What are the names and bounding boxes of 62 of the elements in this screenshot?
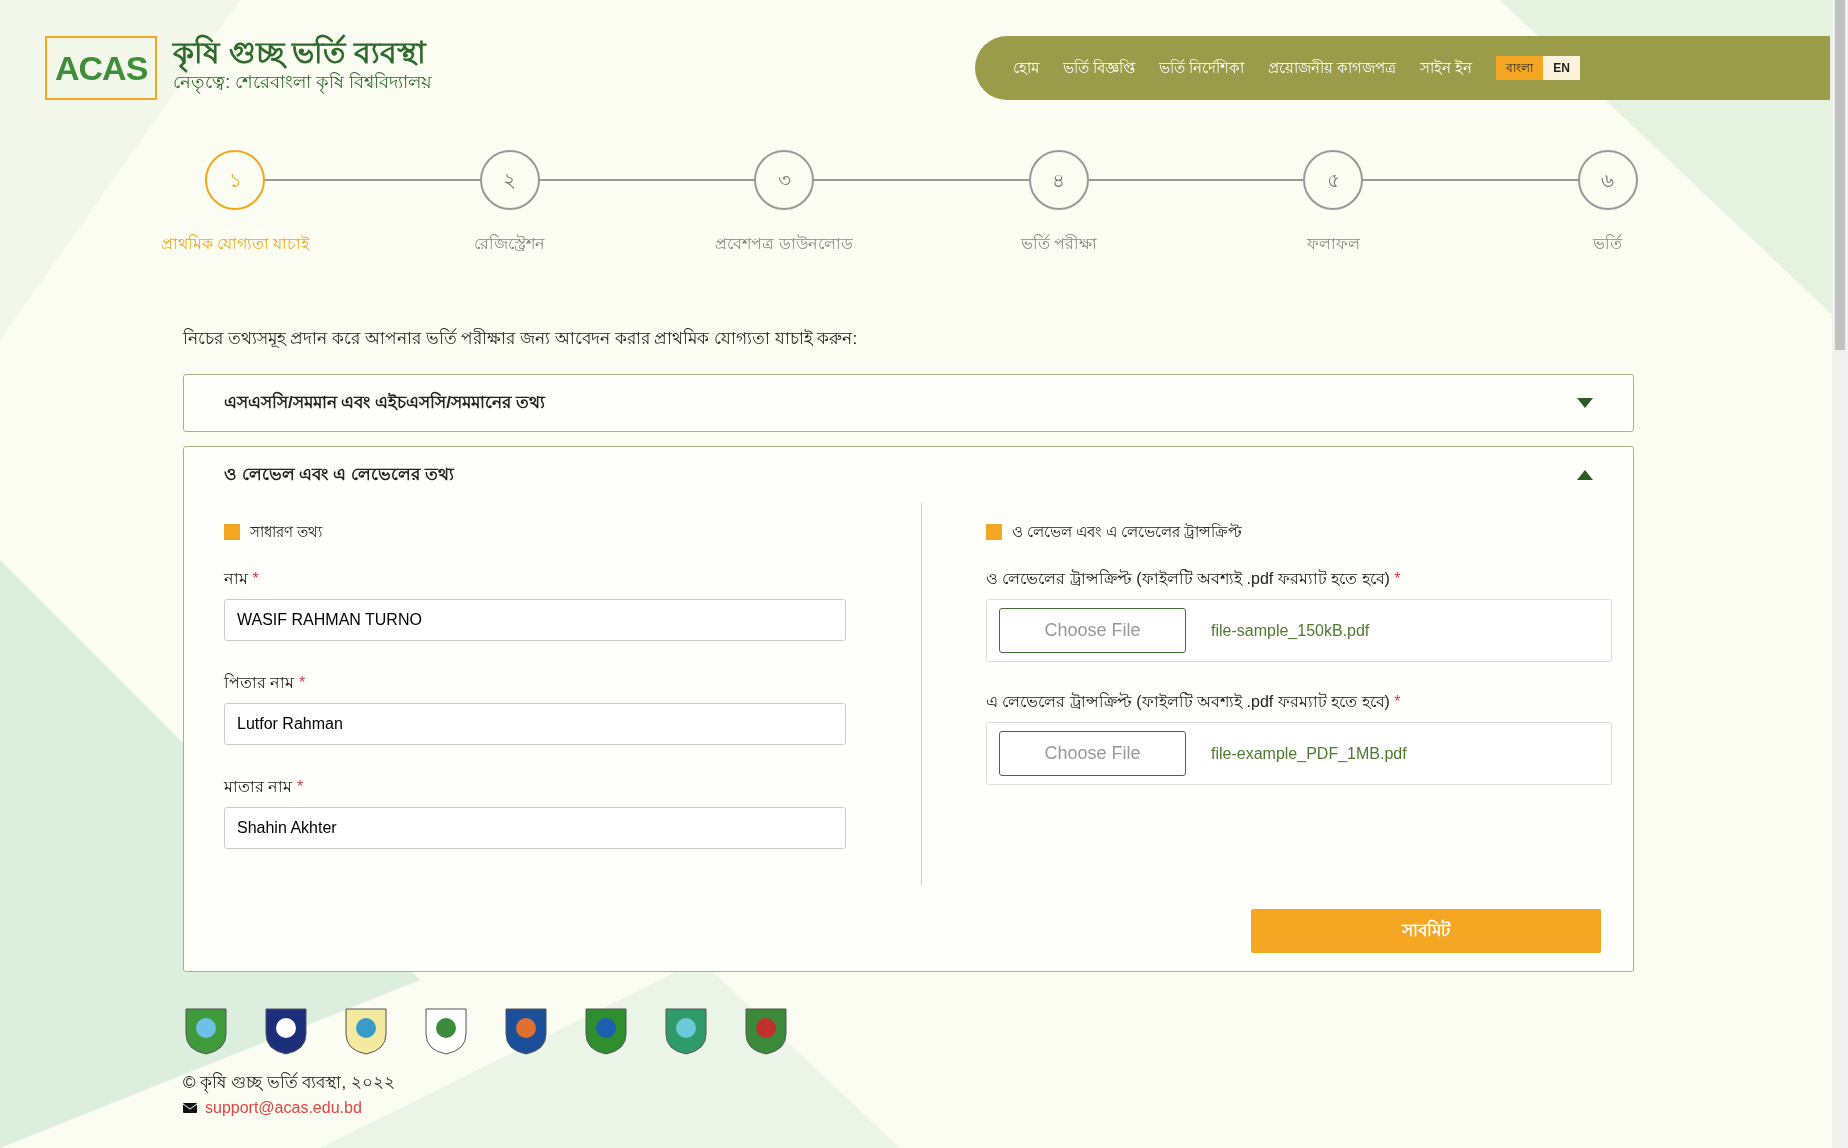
required-mark: * [1394,570,1401,587]
required-mark: * [1394,693,1401,710]
emblem-icon [183,1006,229,1056]
step-circle: ৫ [1303,150,1364,210]
accordion-title[interactable]: এসএসসি/সমমান এবং এইচএসসি/সমমানের তথ্য [224,389,545,416]
field-label: নাম [224,570,249,587]
collapse-icon[interactable] [1577,469,1593,480]
email-link[interactable]: support@acas.edu.bd [205,1095,362,1120]
emblem-icon [343,1006,389,1056]
step-circle: ৪ [1028,150,1089,210]
file-name: file-sample_150kB.pdf [1211,620,1370,641]
file-input[interactable]: Choose File file-sample_150kB.pdf [986,599,1612,662]
logo[interactable]: ACAS [45,36,158,100]
required-mark: * [252,570,259,587]
field-label: মাতার নাম [224,778,294,795]
emblem-icon [263,1006,309,1056]
required-mark: * [298,674,306,691]
emblem-icon [423,1006,469,1056]
step-circle: ৬ [1577,150,1638,210]
emblem-icon [743,1006,789,1056]
input-field[interactable]: Shahin Akhter [224,807,846,849]
nav-link[interactable]: ভর্তি বিজ্ঞপ্তি [1062,56,1135,80]
step-label: ফলাফল [1306,234,1360,254]
language-toggle[interactable]: বাংলা [1496,56,1544,80]
field-label: এ লেভেলের ট্রান্সক্রিপ্ট (ফাইলটি অবশ্যই .pdf ফরম্যাট হতে হবে) [986,693,1391,710]
step-label: রেজিস্ট্রেশন [474,233,546,254]
step-label: প্রাথমিক যোগ্যতা যাচাই [160,233,310,254]
nav-link[interactable]: সাইন ইন [1420,56,1473,80]
instruction-text: নিচের তথ্যসমূহ প্রদান করে আপনার ভর্তি পরীক্ষার জন্য আবেদন করার প্রাথমিক যোগ্যতা যাচাই করুন: [183,327,859,350]
field-label: পিতার নাম [224,674,296,691]
emblem-icon [663,1006,709,1056]
scrollbar-thumb[interactable] [1835,0,1845,350]
emblem-icon [583,1006,629,1056]
file-input[interactable]: Choose File file-example_PDF_1MB.pdf [986,722,1612,785]
accordion-title[interactable]: ও লেভেল এবং এ লেভেলের তথ্য [224,461,454,488]
file-name: file-example_PDF_1MB.pdf [1211,743,1407,764]
step-circle: ৩ [754,150,815,210]
nav-link[interactable]: প্রয়োজনীয় কাগজপত্র [1268,56,1397,80]
step-circle: ২ [479,150,540,210]
emblem-icon [503,1006,549,1056]
choose-file-button[interactable]: Choose File [999,608,1186,653]
required-mark: * [296,778,304,795]
input-field[interactable]: Lutfor Rahman [224,703,846,745]
nav-link[interactable]: হোম [1012,56,1039,80]
step-circle: ১ [205,150,265,210]
site-subtitle: নেতৃত্বে: শেরেবাংলা কৃষি বিশ্ববিদ্যালয় [173,72,433,96]
scrollbar[interactable] [1832,0,1848,1148]
input-field[interactable]: WASIF RAHMAN TURNO [224,599,846,641]
nav-link[interactable]: ভর্তি নির্দেশিকা [1158,56,1244,80]
language-toggle[interactable]: EN [1543,56,1580,80]
square-icon [224,523,240,540]
expand-icon[interactable] [1577,397,1593,408]
envelope-icon [183,1102,197,1113]
field-label: ও লেভেলের ট্রান্সক্রিপ্ট (ফাইলটি অবশ্যই .pdf ফরম্যাট হতে হবে) [986,570,1391,587]
step-label: ভর্তি [1593,233,1623,254]
step-label: ভর্তি পরীক্ষা [1020,233,1097,254]
section-heading: সাধারণ তথ্য [250,521,323,542]
step-label: প্রবেশপত্র ডাউনলোড [715,233,853,254]
choose-file-button[interactable]: Choose File [999,731,1186,776]
section-heading: ও লেভেল এবং এ লেভেলের ট্রান্সক্রিপ্ট [1012,521,1242,542]
square-icon [986,523,1002,540]
copyright-text: © কৃষি গুচ্ছ ভর্তি ব্যবস্থা, ২০২২ [183,1071,396,1095]
